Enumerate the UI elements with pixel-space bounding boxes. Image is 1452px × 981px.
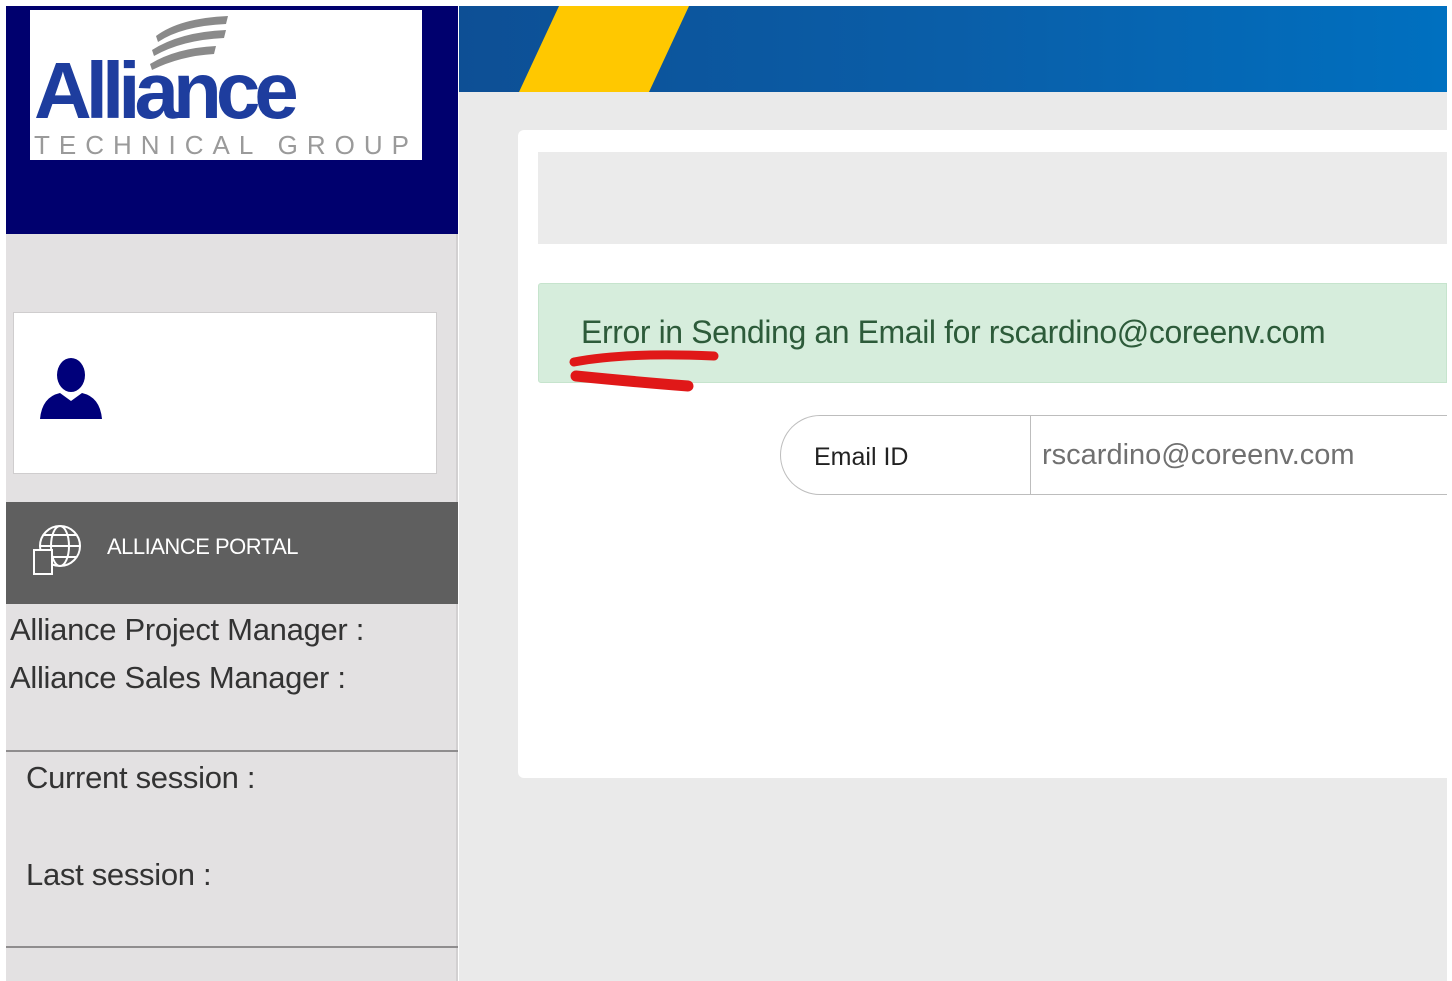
logo-name: Alliance — [34, 46, 296, 135]
profile-card — [13, 312, 437, 474]
email-id-label-cell: Email ID — [781, 416, 1031, 494]
nav-item-alliance-portal[interactable]: ALLIANCE PORTAL — [6, 502, 458, 604]
logo-tagline: TECHNICAL GROUP — [34, 130, 418, 160]
red-annotation-scribble — [569, 350, 719, 392]
user-icon[interactable] — [36, 357, 106, 421]
sidebar: Alliance TECHNICAL GROUP ALLIANCE PORTAL… — [6, 6, 458, 981]
alliance-logo-graphic: Alliance TECHNICAL GROUP — [34, 16, 418, 160]
divider — [6, 946, 458, 948]
card-header — [538, 152, 1447, 244]
header-banner — [459, 6, 1447, 92]
logo-area: Alliance TECHNICAL GROUP — [6, 6, 458, 234]
nav-item-label: ALLIANCE PORTAL — [107, 534, 298, 559]
company-logo[interactable]: Alliance TECHNICAL GROUP — [30, 10, 422, 160]
email-id-input[interactable] — [1032, 417, 1446, 493]
email-id-label: Email ID — [814, 443, 909, 471]
divider — [6, 750, 458, 752]
globe-icon — [33, 525, 81, 575]
email-id-group: Email ID — [780, 415, 1447, 495]
project-manager-label: Alliance Project Manager : — [10, 612, 365, 647]
banner-yellow-stripe — [519, 6, 689, 92]
last-session-label: Last session : — [26, 857, 212, 892]
sales-manager-label: Alliance Sales Manager : — [10, 660, 346, 695]
current-session-label: Current session : — [26, 760, 256, 795]
